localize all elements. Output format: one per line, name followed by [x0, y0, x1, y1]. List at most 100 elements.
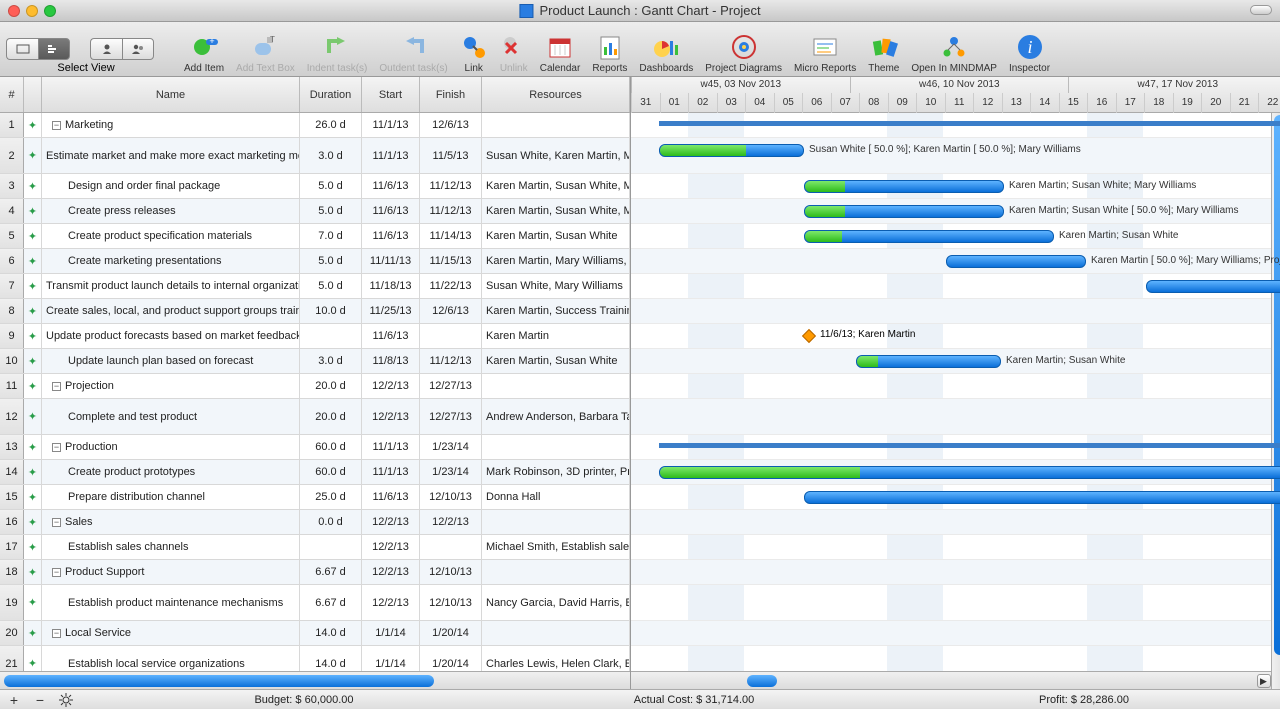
collapse-icon[interactable]: −	[52, 568, 61, 577]
task-name-cell[interactable]: Update product forecasts based on market…	[42, 324, 300, 348]
row-indicator[interactable]: ✦	[24, 399, 42, 434]
finish-cell[interactable]: 12/27/13	[420, 374, 482, 398]
start-cell[interactable]: 11/25/13	[362, 299, 420, 323]
timeline-body[interactable]: Susan White [ 50.0 %]; Karen Martin [ 50…	[631, 113, 1280, 671]
task-name-cell[interactable]: Prepare distribution channel	[42, 485, 300, 509]
toolbar-theme[interactable]: Theme	[868, 31, 899, 74]
table-row[interactable]: 7✦Transmit product launch details to int…	[0, 274, 630, 299]
row-indicator[interactable]: ✦	[24, 299, 42, 323]
start-cell[interactable]: 11/1/13	[362, 113, 420, 137]
duration-cell[interactable]: 14.0 d	[300, 646, 362, 671]
gantt-row[interactable]	[631, 113, 1280, 138]
task-name-cell[interactable]: −Projection	[42, 374, 300, 398]
duration-cell[interactable]: 10.0 d	[300, 299, 362, 323]
gantt-row[interactable]	[631, 399, 1280, 435]
gantt-row[interactable]	[631, 299, 1280, 324]
gantt-row[interactable]	[631, 621, 1280, 646]
row-indicator[interactable]: ✦	[24, 199, 42, 223]
resources-cell[interactable]	[482, 374, 630, 398]
finish-cell[interactable]: 1/20/14	[420, 621, 482, 645]
start-cell[interactable]: 11/8/13	[362, 349, 420, 373]
gantt-row[interactable]: Karen Martin; Susan White	[631, 349, 1280, 374]
row-indicator[interactable]: ✦	[24, 249, 42, 273]
day-label[interactable]: 21	[1230, 93, 1259, 113]
row-indicator[interactable]: ✦	[24, 138, 42, 173]
start-cell[interactable]: 11/6/13	[362, 324, 420, 348]
gantt-row[interactable]	[631, 460, 1280, 485]
duration-cell[interactable]: 60.0 d	[300, 460, 362, 484]
row-indicator[interactable]: ✦	[24, 113, 42, 137]
row-indicator[interactable]: ✦	[24, 174, 42, 198]
row-indicator[interactable]: ✦	[24, 560, 42, 584]
table-row[interactable]: 3✦Design and order final package5.0 d11/…	[0, 174, 630, 199]
finish-cell[interactable]	[420, 324, 482, 348]
gantt-row[interactable]	[631, 646, 1280, 671]
table-row[interactable]: 6✦Create marketing presentations5.0 d11/…	[0, 249, 630, 274]
row-indicator[interactable]: ✦	[24, 349, 42, 373]
gantt-row[interactable]	[631, 560, 1280, 585]
table-row[interactable]: 20✦−Local Service14.0 d1/1/141/20/14	[0, 621, 630, 646]
finish-cell[interactable]: 1/23/14	[420, 460, 482, 484]
add-tool-icon[interactable]: +	[6, 692, 22, 708]
toolbar-add-item[interactable]: +Add Item	[184, 31, 224, 74]
day-label[interactable]: 05	[774, 93, 803, 113]
finish-cell[interactable]: 12/10/13	[420, 485, 482, 509]
start-cell[interactable]: 11/18/13	[362, 274, 420, 298]
view-gantt-icon[interactable]	[38, 38, 70, 60]
resources-cell[interactable]	[482, 113, 630, 137]
view-mode-segmented[interactable]	[6, 38, 70, 60]
gantt-row[interactable]: Karen Martin; Susan White	[631, 224, 1280, 249]
resources-cell[interactable]: Donna Hall	[482, 485, 630, 509]
table-row[interactable]: 16✦−Sales0.0 d12/2/1312/2/13	[0, 510, 630, 535]
table-row[interactable]: 1✦−Marketing26.0 d11/1/1312/6/13	[0, 113, 630, 138]
resources-cell[interactable]	[482, 510, 630, 534]
task-name-cell[interactable]: −Local Service	[42, 621, 300, 645]
table-row[interactable]: 2✦Estimate market and make more exact ma…	[0, 138, 630, 174]
duration-cell[interactable]: 14.0 d	[300, 621, 362, 645]
finish-cell[interactable]: 12/27/13	[420, 399, 482, 434]
day-label[interactable]: 12	[973, 93, 1002, 113]
col-num-header[interactable]: #	[0, 77, 24, 112]
start-cell[interactable]: 12/2/13	[362, 535, 420, 559]
start-cell[interactable]: 11/1/13	[362, 138, 420, 173]
table-row[interactable]: 11✦−Projection20.0 d12/2/1312/27/13	[0, 374, 630, 399]
resources-cell[interactable]: Mark Robinson, 3D printer, Printing mate…	[482, 460, 630, 484]
finish-cell[interactable]: 11/12/13	[420, 199, 482, 223]
resources-cell[interactable]: Susan White, Karen Martin, Mary Williams	[482, 138, 630, 173]
resources-cell[interactable]: Karen Martin, Susan White, Mary Williams	[482, 199, 630, 223]
start-cell[interactable]: 11/6/13	[362, 224, 420, 248]
task-name-cell[interactable]: Establish local service organizations	[42, 646, 300, 671]
toolbar-micro-reports[interactable]: Micro Reports	[794, 31, 856, 74]
day-label[interactable]: 19	[1173, 93, 1202, 113]
table-row[interactable]: 19✦Establish product maintenance mechani…	[0, 585, 630, 621]
row-indicator[interactable]: ✦	[24, 435, 42, 459]
day-label[interactable]: 11	[945, 93, 974, 113]
task-name-cell[interactable]: Complete and test product	[42, 399, 300, 434]
table-row[interactable]: 9✦Update product forecasts based on mark…	[0, 324, 630, 349]
finish-cell[interactable]	[420, 535, 482, 559]
duration-cell[interactable]: 5.0 d	[300, 199, 362, 223]
finish-cell[interactable]: 12/2/13	[420, 510, 482, 534]
row-indicator[interactable]: ✦	[24, 224, 42, 248]
resources-cell[interactable]: Karen Martin, Susan White	[482, 349, 630, 373]
day-label[interactable]: 20	[1201, 93, 1230, 113]
start-cell[interactable]: 11/6/13	[362, 199, 420, 223]
task-name-cell[interactable]: Transmit product launch details to inter…	[42, 274, 300, 298]
gantt-bar[interactable]	[1146, 280, 1280, 293]
collapse-icon[interactable]: −	[52, 121, 61, 130]
table-row[interactable]: 18✦−Product Support6.67 d12/2/1312/10/13	[0, 560, 630, 585]
resources-cell[interactable]	[482, 435, 630, 459]
duration-cell[interactable]: 6.67 d	[300, 585, 362, 620]
view-people-segmented[interactable]	[90, 38, 154, 60]
gantt-row[interactable]: 11/6/13; Karen Martin	[631, 324, 1280, 349]
gantt-row[interactable]	[631, 585, 1280, 621]
day-label[interactable]: 03	[717, 93, 746, 113]
start-cell[interactable]: 11/1/13	[362, 460, 420, 484]
table-hscroll[interactable]	[0, 671, 630, 689]
gantt-row[interactable]: Karen Martin; Susan White [ 50.0 %]; Mar…	[631, 199, 1280, 224]
finish-cell[interactable]: 12/10/13	[420, 560, 482, 584]
gantt-bar[interactable]: Karen Martin; Susan White [ 50.0 %]; Mar…	[804, 205, 1004, 218]
task-name-cell[interactable]: Establish product maintenance mechanisms	[42, 585, 300, 620]
row-indicator[interactable]: ✦	[24, 485, 42, 509]
start-cell[interactable]: 12/2/13	[362, 374, 420, 398]
